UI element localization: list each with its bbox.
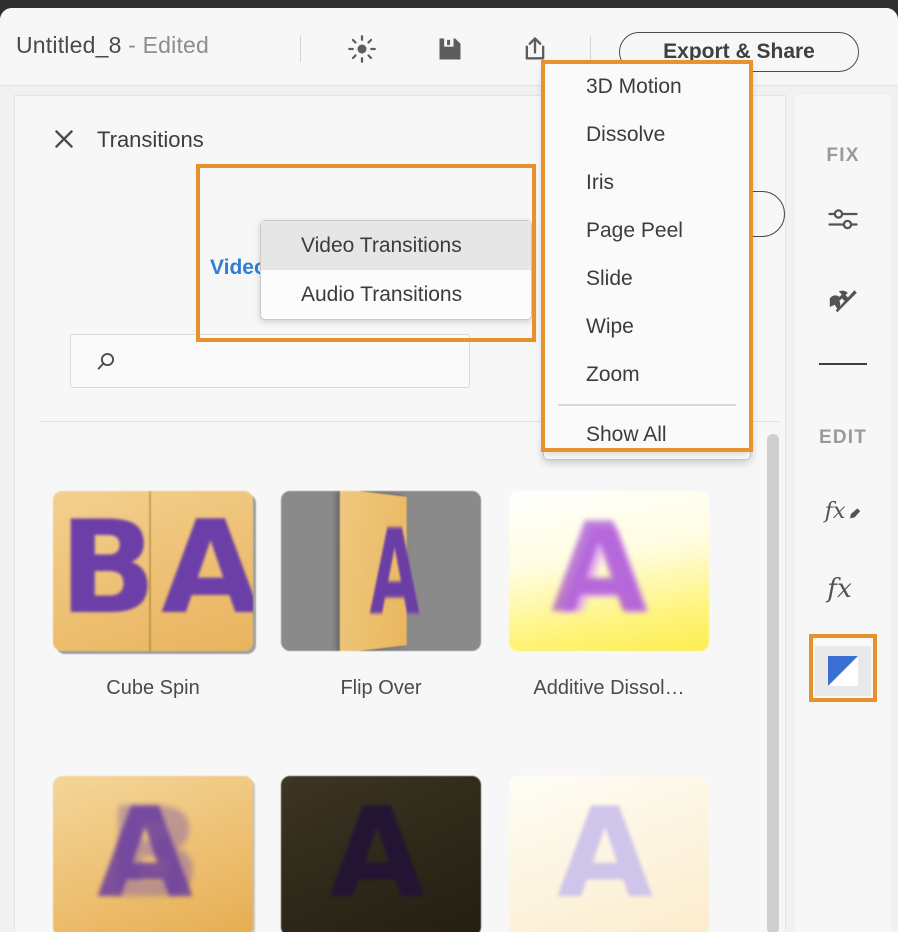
right-tool-rail: FIX EDIT fx fx [795,95,891,932]
transition-item[interactable]: BACross Dissolve [39,726,267,932]
transitions-grid: B A Cube Spin A Flip Over A A Additive Dissol… B… [39,441,779,932]
thumb-glyph-a: A [369,503,420,641]
thumb-glyph-a: A [161,494,253,643]
thumb-glyph-b: B [59,494,157,643]
transition-type-menu[interactable]: Video Transitions Audio Transitions [260,220,532,320]
panel-title: Transitions [97,127,204,152]
search-icon [94,350,118,379]
transition-thumbnail[interactable]: A [509,776,709,932]
menu-separator [558,404,736,406]
transition-item[interactable]: ADip to White [495,726,723,932]
document-title: Untitled_8 - Edited [16,32,209,59]
app-root: Untitled_8 - Edited Export & Share Trans… [0,0,898,932]
transition-category-menu-item[interactable]: 3D Motion [544,63,750,111]
application-window: Untitled_8 - Edited Export & Share Trans… [0,8,898,932]
svg-text:fx: fx [823,498,846,524]
transition-item[interactable]: B A Cube Spin [39,441,267,726]
transition-category-menu-item[interactable]: Page Peel [544,207,750,255]
document-edited-state: - Edited [128,32,210,58]
rail-fix-label: FIX [826,145,860,166]
transition-category-menu[interactable]: 3D Motion Dissolve Iris Page Peel Slide Wipe Z… [543,62,751,450]
scrollbar-thumb[interactable] [767,434,779,932]
transition-type-menu-item[interactable]: Video Transitions [261,221,531,270]
workspace-body: Transitions Video Transitions - Show All [0,86,898,932]
title-divider [300,36,301,62]
transition-category-menu-item[interactable]: Zoom [544,351,750,399]
transition-label: Additive Dissol… [533,677,685,699]
transition-thumbnail[interactable]: BA [53,491,253,651]
title-bar: Untitled_8 - Edited Export & Share [0,8,898,86]
transition-label: Cube Spin [106,677,200,699]
document-name: Untitled_8 [16,32,122,58]
brightness-icon[interactable] [340,30,384,68]
transition-label: Flip Over [340,677,422,699]
category-menu-show-all-item[interactable]: Show All [544,411,750,459]
fx-icon[interactable]: fx [815,563,871,613]
search-field[interactable] [70,334,470,388]
close-panel-icon[interactable] [49,124,79,154]
transitions-button-highlight [809,634,877,702]
transition-category-menu-item[interactable]: Wipe [544,303,750,351]
save-icon[interactable] [428,30,472,68]
transition-item[interactable]: A Flip Over [267,441,495,726]
transition-category-menu-item[interactable]: Dissolve [544,111,750,159]
thumb-glyph-a: A [557,782,653,926]
panel-scrollbar[interactable] [767,434,779,932]
thumb-glyph-a: A [551,497,647,641]
svg-text:fx: fx [825,574,852,604]
adjustments-icon[interactable] [815,195,871,245]
transition-thumbnail[interactable]: A [281,776,481,932]
tools-icon[interactable] [815,277,871,327]
transition-thumbnail[interactable]: AA [509,491,709,651]
thumb-glyph-a: A [97,782,193,926]
rail-edit-label: EDIT [818,427,868,448]
transition-category-menu-item[interactable]: Iris [544,159,750,207]
transition-category-menu-item[interactable]: Slide [544,255,750,303]
transition-thumbnail[interactable]: BA [53,776,253,932]
transition-item[interactable]: ADip to Black [267,726,495,932]
fx-pencil-icon[interactable]: fx [815,485,871,535]
rail-divider [819,363,867,365]
toolbar-divider [590,36,591,62]
transition-item[interactable]: A A Additive Dissol… [495,441,723,726]
transition-thumbnail[interactable]: A [281,491,481,651]
thumb-glyph-a: A [329,782,425,926]
search-input[interactable] [131,335,461,387]
transition-type-menu-item[interactable]: Audio Transitions [261,270,531,319]
export-share-label: Export & Share [663,40,815,63]
